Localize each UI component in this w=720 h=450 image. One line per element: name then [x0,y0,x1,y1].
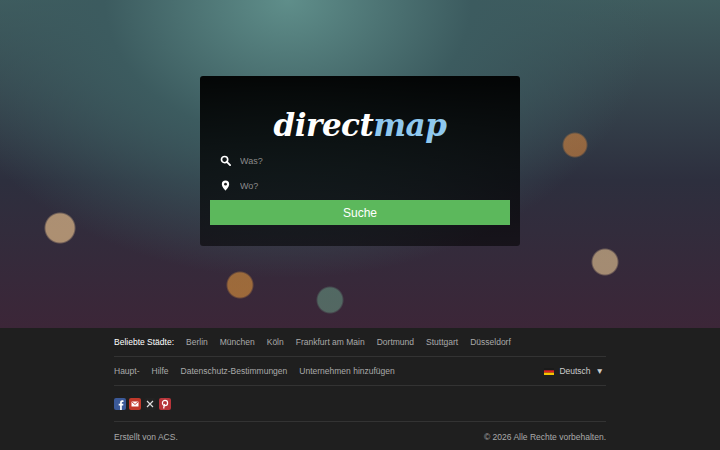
city-link[interactable]: Frankfurt am Main [296,337,365,347]
city-link[interactable]: Köln [267,337,284,347]
where-input[interactable] [240,181,510,191]
city-link[interactable]: Düsseldorf [470,337,511,347]
x-icon[interactable] [144,398,156,410]
language-selector[interactable]: Deutsch ▼ [544,366,604,376]
copyright-text: © 2026 Alle Rechte vorbehalten. [484,432,606,442]
cities-label: Beliebte Städte: [114,337,174,347]
where-field [210,173,510,198]
facebook-icon[interactable] [114,398,126,410]
footer-link[interactable]: Haupt- [114,366,140,376]
footer-link[interactable]: Unternehmen hinzufügen [299,366,394,376]
search-button[interactable]: Suche [210,200,510,225]
page: directmap Suche Beliebte Städte: Berlin M… [0,0,720,450]
what-field [210,148,510,173]
german-flag-icon [544,368,554,375]
footer-link[interactable]: Hilfe [152,366,169,376]
cities-row: Beliebte Städte: Berlin München Köln Frankf… [114,328,606,357]
logo[interactable]: directmap [210,102,510,148]
hero-background: directmap Suche [0,0,720,328]
search-card: directmap Suche [200,76,520,246]
city-link[interactable]: Stuttgart [426,337,458,347]
what-input[interactable] [240,156,510,166]
email-icon[interactable] [129,398,141,410]
bottom-row: Erstellt von ACS. © 2026 Alle Rechte vor… [114,422,606,450]
footer-link[interactable]: Datenschutz-Bestimmungen [181,366,288,376]
location-pin-icon [220,180,231,191]
city-link[interactable]: Berlin [186,337,208,347]
city-link[interactable]: München [220,337,255,347]
search-icon [220,155,231,166]
city-link[interactable]: Dortmund [377,337,414,347]
footer: Beliebte Städte: Berlin München Köln Frankf… [0,328,720,450]
credit-text: Erstellt von ACS. [114,432,178,442]
social-row [114,386,606,422]
links-row: Haupt- Hilfe Datenschutz-Bestimmungen Unter… [114,357,606,386]
pinterest-icon[interactable] [159,398,171,410]
